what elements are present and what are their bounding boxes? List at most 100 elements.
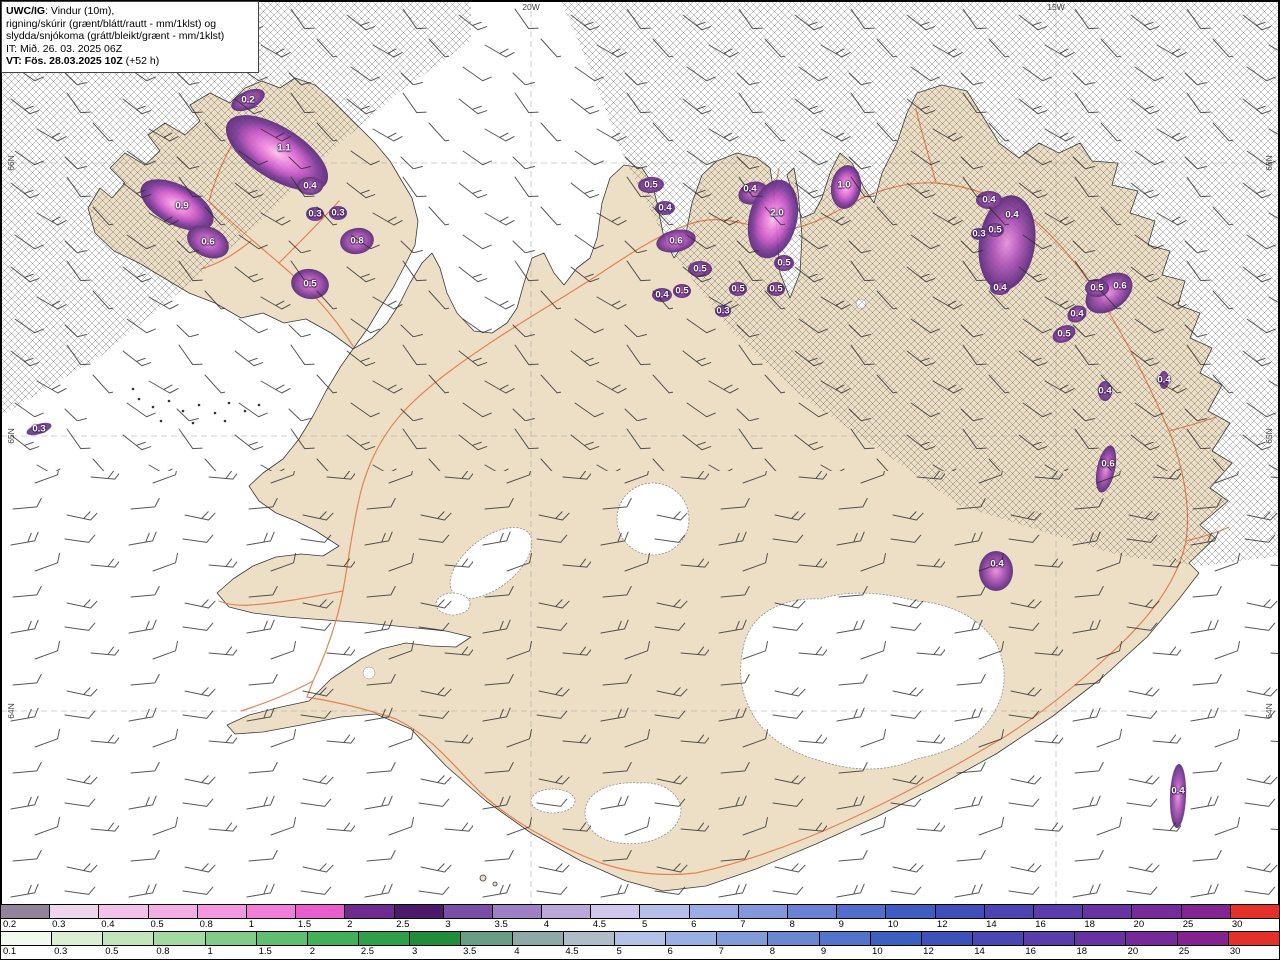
colorbar-tick-label: 4: [514, 946, 520, 957]
colorbar-tick-label: 18: [1084, 919, 1095, 930]
colorbar-cell: [717, 932, 769, 945]
title-line-model: UWC/IG: Vindur (10m),: [6, 5, 115, 17]
colorbar-tick-label: 4: [543, 919, 549, 930]
colorbar-tick-labels-rigning: 0.1 0.3 0.5 0.8 1 1.5 2 2.5 3 3.5 4 4.5 5 6 7 8 9 10 12 14 1…: [1, 946, 1279, 959]
colorbar-cell: [359, 932, 411, 945]
title-line-snow-legend: slydda/snjókoma (grátt/bleikt/grænt - mm…: [6, 30, 225, 43]
colorbar-tick-label: 9: [838, 919, 844, 930]
colorbar-tick-label: 0.8: [156, 946, 170, 957]
model-name: UWC/IG: [6, 5, 46, 17]
colorbar-cell: [197, 905, 247, 918]
colorbar-cell: [492, 905, 543, 918]
map-area: 20W 15W 66N 66N 65N 65N 64N 64N 0.2 1.1 0.4 0.9 0.3…: [1, 1, 1279, 905]
colorbar-cell: [1033, 905, 1084, 918]
colorbar-cell: [1075, 932, 1127, 945]
colorbar-cell: [984, 905, 1034, 918]
colorbar-tick-label: 6: [691, 919, 697, 930]
colorbar-cell: [788, 905, 838, 918]
colorbar-tick-label: 14: [986, 919, 997, 930]
colorbar-cell: [443, 905, 493, 918]
colorbar-slydda-snjokoma: [1, 905, 1279, 919]
colorbar-cell: [768, 932, 820, 945]
colorbar-tick-label: 16: [1025, 946, 1036, 957]
colorbar-tick-label: 10: [887, 919, 899, 930]
colorbar-cell: [921, 932, 973, 945]
colorbar-cell: [50, 905, 100, 918]
colorbar-cell: [1181, 905, 1231, 918]
colorbar-cell: [148, 905, 198, 918]
colorbar-tick-label: 18: [1076, 946, 1088, 957]
colorbar-cell: [99, 905, 149, 918]
colorbar-cell: [256, 932, 308, 945]
colorbar-cell: [394, 905, 444, 918]
colorbar-cell: [819, 932, 871, 945]
wind-barbs-layer: [1, 1, 1279, 905]
colorbar-tick-label: 6: [667, 946, 673, 957]
colorbar-cell: [154, 932, 206, 945]
colorbar-tick-label: 20: [1133, 919, 1145, 930]
colorbar-cell: [1132, 905, 1182, 918]
colorbar-cell: [410, 932, 462, 945]
colorbar-cell: [591, 905, 641, 918]
colorbar-cell: [205, 932, 257, 945]
colorbar-tick-label: 5: [642, 919, 648, 930]
legend-colorbars: 0.2 0.3 0.4 0.5 0.8 1 1.5 2 2.5 3 3.5 4 4.5 5 6 7 8 9 10 12…: [1, 904, 1279, 959]
colorbar-tick-label: 25: [1182, 919, 1194, 930]
colorbar-cell: [1024, 932, 1076, 945]
colorbar-cell: [614, 932, 667, 945]
colorbar-tick-label: 14: [974, 946, 985, 957]
colorbar-cell: [640, 905, 690, 918]
colorbar-cell: [870, 932, 922, 945]
colorbar-cell: [666, 932, 718, 945]
colorbar-tick-label: 0.1: [3, 946, 17, 957]
colorbar-tick-label: 16: [1035, 919, 1046, 930]
colorbar-tick-label: 1.5: [297, 919, 312, 930]
colorbar-cell: [246, 905, 297, 918]
colorbar-tick-label: 10: [872, 946, 883, 957]
colorbar-cell: [1230, 905, 1279, 918]
colorbar-tick-label: 0.3: [54, 946, 68, 957]
colorbar-tick-label: 0.5: [105, 946, 119, 957]
colorbar-cell: [1177, 932, 1229, 945]
weather-map-svg: [1, 1, 1279, 905]
map-title-box: UWC/IG: Vindur (10m), rigning/skúrir (gr…: [1, 1, 259, 73]
colorbar-tick-labels-slydda-snjokoma: 0.2 0.3 0.4 0.5 0.8 1 1.5 2 2.5 3 3.5 4 4.5 5 6 7 8 9 10 12…: [1, 919, 1279, 932]
colorbar-tick-label: 1: [248, 919, 255, 930]
colorbar-cell: [1228, 932, 1279, 945]
colorbar-tick-label: 3.5: [494, 919, 508, 930]
colorbar-cell: [1083, 905, 1133, 918]
colorbar-cell: [563, 932, 615, 945]
title-line-rain-legend: rigning/skúrir (grænt/blátt/rautt - mm/1…: [6, 17, 217, 30]
colorbar-tick-label: 0.4: [101, 919, 115, 930]
colorbar-cell: [542, 905, 592, 918]
colorbar-cell: [103, 932, 155, 945]
colorbar-tick-label: 2.5: [396, 919, 410, 930]
colorbar-cell: [837, 905, 887, 918]
colorbar-cell: [512, 932, 564, 945]
colorbar-tick-label: 20: [1127, 946, 1139, 957]
valid-time: VT: Fös. 28.03.2025 10Z (+52 h): [6, 55, 160, 68]
colorbar-tick-label: 0.5: [150, 919, 164, 930]
colorbar-cell: [461, 932, 513, 945]
init-time: IT: Mið. 26. 03. 2025 06Z: [6, 42, 123, 55]
colorbar-cell: [1, 932, 53, 945]
colorbar-cell: [886, 905, 936, 918]
colorbar-cell: [345, 905, 395, 918]
colorbar-cell: [52, 932, 104, 945]
colorbar-cell: [296, 905, 346, 918]
colorbar-tick-label: 7: [740, 919, 746, 930]
colorbar-tick-label: 3: [411, 946, 418, 957]
colorbar-tick-label: 0.8: [199, 919, 213, 930]
colorbar-tick-label: 1.5: [258, 946, 272, 957]
weather-map-screen: 20W 15W 66N 66N 65N 65N 64N 64N 0.2 1.1 0.4 0.9 0.3…: [0, 0, 1280, 960]
colorbar-tick-label: 30: [1231, 919, 1243, 930]
colorbar-tick-label: 4.5: [565, 946, 579, 957]
colorbar-cell: [1, 905, 51, 918]
colorbar-tick-label: 7: [718, 946, 724, 957]
colorbar-cell: [307, 932, 360, 945]
colorbar-cell: [689, 905, 739, 918]
colorbar-tick-label: 30: [1229, 946, 1241, 957]
colorbar-tick-label: 1: [207, 946, 213, 957]
colorbar-tick-label: 12: [936, 919, 948, 930]
colorbar-tick-label: 3: [445, 919, 451, 930]
